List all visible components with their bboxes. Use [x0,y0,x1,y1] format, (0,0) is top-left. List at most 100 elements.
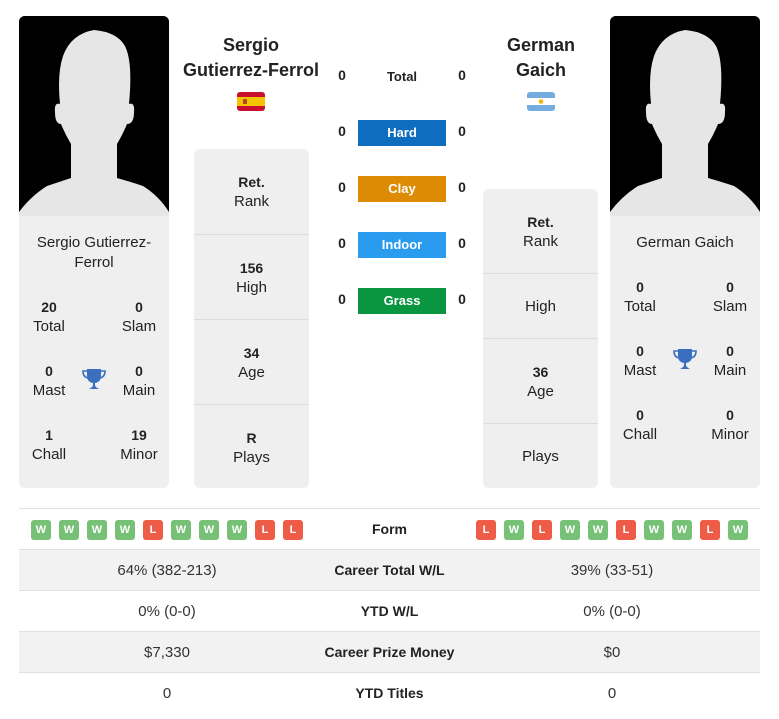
info-label: High [236,279,267,296]
stat-value: 0 [135,363,143,379]
stat-label: Total [624,298,656,315]
row-label: YTD Titles [355,685,424,701]
info-label: Age [238,364,265,381]
player2-form: LWLWWLWWLW [476,520,748,540]
stat-label: Mast [32,382,66,399]
surface-hard-badge: Hard [358,120,446,146]
player1-mast-titles: 0 Mast [19,361,79,401]
player1-total-titles: 20 Total [19,297,79,337]
table-row: $7,330 Career Prize Money $0 [19,631,760,672]
row-label: YTD W/L [360,603,419,619]
h2h-hard-p2: 0 [458,123,466,139]
form-label: Form [372,521,407,537]
player1-plays: R Plays [194,404,309,488]
player1-value: 0% (0-0) [138,603,196,620]
info-label: Age [527,383,554,400]
h2h-indoor-p2: 0 [458,235,466,251]
win-badge: W [672,520,692,540]
player2-value: 0 [607,685,617,702]
stat-label: Chall [31,446,67,463]
trophy-icon [673,349,697,369]
trophy-icon [82,369,106,389]
table-row: 64% (382-213) Career Total W/L 39% (33-5… [19,549,760,590]
player2-age: 36 Age [483,338,598,423]
stat-label: Slam [121,318,157,335]
stat-value: 0 [726,343,734,359]
player2-minor-titles: 0 Minor [700,405,760,445]
surface-grass-badge: Grass [358,288,446,314]
player1-slam-titles: 0 Slam [109,297,169,337]
h2h-clay-p2: 0 [458,179,466,195]
player2-chall-titles: 0 Chall [610,405,670,445]
h2h-total-p1: 0 [338,67,346,83]
player2-photo [610,16,760,216]
stat-label: Total [33,318,65,335]
comparison-table: WWWWLWWWLL Form LWLWWLWWLW 64% (382-213)… [19,508,760,713]
h2h-hard-p1: 0 [338,123,346,139]
stat-label: Main [122,382,156,399]
player2-name-heading[interactable]: German Gaich [466,33,616,83]
info-value: 36 [532,364,549,380]
player1-info-box: Ret. Rank 156 High 34 Age R Plays [194,149,309,488]
player1-value: 0 [162,685,172,702]
player2-mast-titles: 0 Mast [610,341,670,381]
player2-rank: Ret. Rank [483,189,598,273]
player2-value: $0 [603,644,621,661]
player1-name-heading[interactable]: Sergio Gutierrez-Ferrol [176,33,326,83]
win-badge: W [560,520,580,540]
stat-label: Mast [623,362,657,379]
stat-value: 0 [636,407,644,423]
stat-label: Slam [712,298,748,315]
silhouette-icon [19,16,169,216]
player2-first-name[interactable]: German [466,33,616,58]
h2h-clay-p1: 0 [338,179,346,195]
win-badge: W [227,520,247,540]
win-badge: W [504,520,524,540]
surface-clay-badge: Clay [358,176,446,202]
spain-flag-icon [237,92,265,111]
form-row: WWWWLWWWLL Form LWLWWLWWLW [19,508,760,549]
player1-card: Sergio Gutierrez-Ferrol 20 Total 0 Slam … [19,216,169,488]
win-badge: W [644,520,664,540]
player1-main-titles: 0 Main [109,361,169,401]
loss-badge: L [532,520,552,540]
win-badge: W [728,520,748,540]
player2-value: 0% (0-0) [583,603,641,620]
stat-label: Minor [711,426,749,443]
player1-last-name[interactable]: Gutierrez-Ferrol [176,58,326,83]
stat-value: 0 [45,363,53,379]
win-badge: W [171,520,191,540]
player1-minor-titles: 19 Minor [109,425,169,465]
stat-value: 1 [45,427,53,443]
player1-chall-titles: 1 Chall [19,425,79,465]
stat-value: 0 [636,343,644,359]
stat-value: 0 [726,407,734,423]
h2h-grass-p2: 0 [458,291,466,307]
win-badge: W [31,520,51,540]
player1-rank: Ret. Rank [194,149,309,234]
win-badge: W [115,520,135,540]
info-value: Ret. [238,174,265,190]
player1-form: WWWWLWWWLL [31,520,303,540]
info-label: Plays [522,448,559,465]
loss-badge: L [700,520,720,540]
loss-badge: L [616,520,636,540]
win-badge: W [588,520,608,540]
player2-last-name[interactable]: Gaich [466,58,616,83]
player1-high: 156 High [194,234,309,319]
info-value: 34 [243,345,260,361]
player2-value: 39% (33-51) [570,562,654,579]
info-value: R [246,430,257,446]
loss-badge: L [283,520,303,540]
player2-total-titles: 0 Total [610,277,670,317]
info-label: Rank [522,233,559,250]
h2h-indoor-p1: 0 [338,235,346,251]
loss-badge: L [143,520,163,540]
info-label: High [525,298,556,315]
player1-first-name[interactable]: Sergio [176,33,326,58]
stat-value: 20 [41,299,57,315]
loss-badge: L [255,520,275,540]
h2h-grass-p1: 0 [338,291,346,307]
player2-plays: Plays [483,423,598,488]
loss-badge: L [476,520,496,540]
